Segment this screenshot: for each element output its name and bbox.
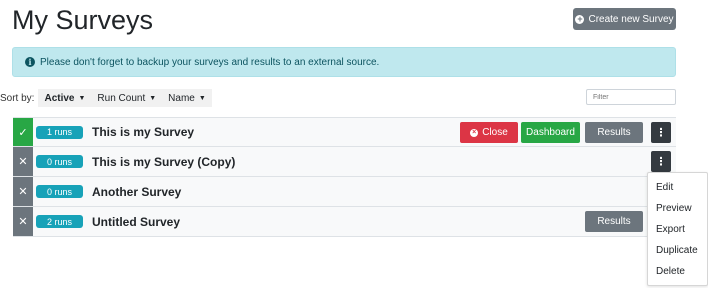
sort-active-option[interactable]: Active ▼ bbox=[38, 93, 91, 104]
kebab-icon: ⋮ bbox=[655, 127, 667, 139]
sort-label: Sort by: bbox=[0, 92, 35, 104]
survey-row: ✕ 0 runs This is my Survey (Copy) ⋮ bbox=[13, 147, 676, 177]
x-icon: ✕ bbox=[18, 186, 28, 198]
kebab-icon: ⋮ bbox=[655, 156, 667, 168]
survey-name[interactable]: Another Survey bbox=[92, 185, 181, 199]
more-actions-button[interactable]: ⋮ bbox=[651, 122, 671, 143]
more-actions-button[interactable]: ⋮ bbox=[651, 151, 671, 172]
close-survey-button[interactable]: × Close bbox=[460, 122, 518, 143]
close-label: Close bbox=[482, 127, 508, 138]
caret-down-icon: ▼ bbox=[198, 94, 206, 102]
runs-badge: 0 runs bbox=[36, 155, 83, 168]
runs-badge: 2 runs bbox=[36, 215, 83, 228]
x-icon: ✕ bbox=[18, 156, 28, 168]
sort-run-count-option[interactable]: Run Count ▼ bbox=[91, 93, 162, 104]
survey-name[interactable]: This is my Survey bbox=[92, 125, 194, 139]
runs-badge: 1 runs bbox=[36, 125, 83, 139]
survey-name[interactable]: Untitled Survey bbox=[92, 215, 180, 229]
menu-item-edit[interactable]: Edit bbox=[648, 177, 707, 198]
menu-item-preview[interactable]: Preview bbox=[648, 198, 707, 219]
results-button[interactable]: Results bbox=[585, 211, 643, 232]
page-title: My Surveys bbox=[12, 5, 154, 35]
x-circle-icon: × bbox=[470, 128, 479, 137]
active-toggle[interactable]: ✓ bbox=[13, 118, 33, 146]
actions-dropdown-menu: Edit Preview Export Duplicate Delete bbox=[647, 172, 708, 286]
sort-name-label: Name bbox=[168, 92, 195, 104]
create-survey-label: Create new Survey bbox=[588, 13, 674, 25]
active-toggle[interactable]: ✕ bbox=[13, 207, 33, 236]
survey-row: ✓ 1 runs This is my Survey × Close Dashb… bbox=[13, 117, 676, 147]
menu-item-duplicate[interactable]: Duplicate bbox=[648, 240, 707, 261]
info-circle-icon: i bbox=[25, 57, 35, 67]
check-icon: ✓ bbox=[18, 126, 28, 139]
sort-options: Active ▼ Run Count ▼ Name ▼ bbox=[38, 89, 212, 107]
sort-run-count-label: Run Count bbox=[97, 92, 146, 104]
results-button[interactable]: Results bbox=[585, 122, 643, 143]
survey-row: ✕ 0 runs Another Survey bbox=[13, 177, 676, 207]
active-toggle[interactable]: ✕ bbox=[13, 177, 33, 206]
dashboard-button[interactable]: Dashboard bbox=[521, 122, 580, 143]
sort-bar: Sort by: Active ▼ Run Count ▼ Name ▼ bbox=[0, 89, 212, 107]
caret-down-icon: ▼ bbox=[149, 94, 157, 102]
menu-item-export[interactable]: Export bbox=[648, 219, 707, 240]
create-survey-button[interactable]: + Create new Survey bbox=[573, 8, 676, 30]
survey-row: ✕ 2 runs Untitled Survey Results bbox=[13, 207, 676, 237]
alert-text: Please don't forget to backup your surve… bbox=[40, 56, 380, 68]
runs-badge: 0 runs bbox=[36, 185, 83, 198]
backup-alert: i Please don't forget to backup your sur… bbox=[12, 47, 676, 77]
survey-name[interactable]: This is my Survey (Copy) bbox=[92, 155, 235, 169]
menu-item-delete[interactable]: Delete bbox=[648, 261, 707, 282]
caret-down-icon: ▼ bbox=[78, 94, 86, 102]
plus-circle-icon: + bbox=[575, 13, 585, 24]
active-toggle[interactable]: ✕ bbox=[13, 147, 33, 176]
sort-name-option[interactable]: Name ▼ bbox=[162, 93, 212, 104]
sort-active-label: Active bbox=[44, 92, 75, 104]
x-icon: ✕ bbox=[18, 216, 28, 228]
survey-list: ✓ 1 runs This is my Survey × Close Dashb… bbox=[13, 117, 676, 237]
filter-input[interactable] bbox=[586, 89, 676, 105]
